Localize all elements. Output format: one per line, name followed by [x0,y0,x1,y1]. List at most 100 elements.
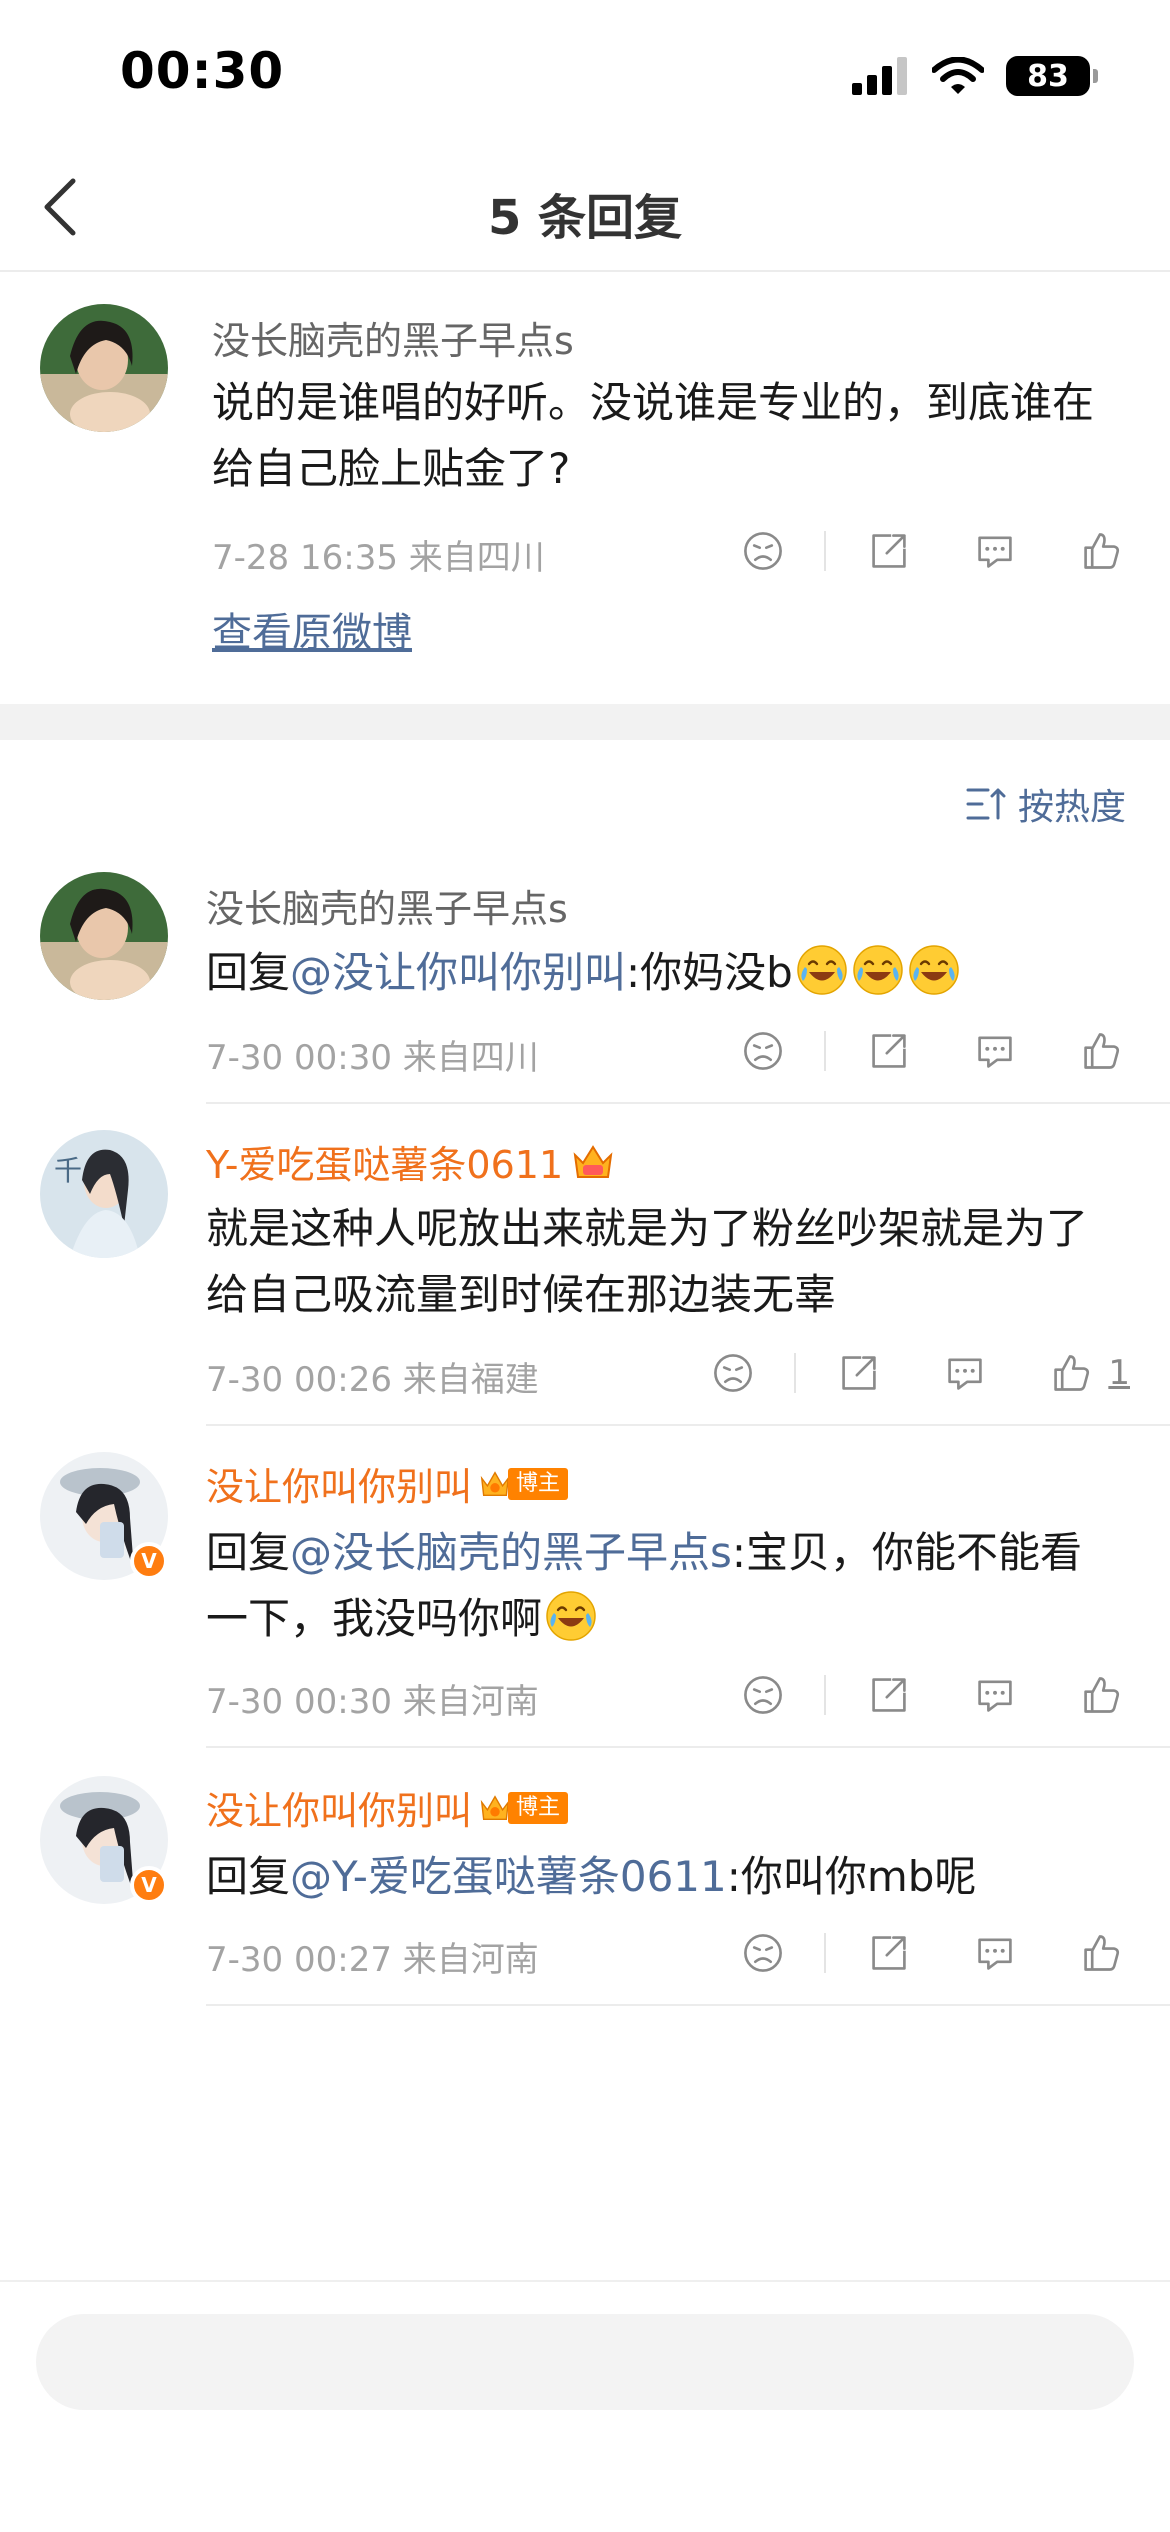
share-icon [867,1673,911,1717]
share-button[interactable] [864,1928,914,1978]
laugh-cry-emoji-icon [851,943,905,997]
reply-meta: 7-30 00:26 来自福建 [206,1360,539,1400]
section-divider [0,704,1170,740]
username[interactable]: 没让你叫你别叫 博主 [206,1780,569,1835]
avatar[interactable] [40,304,168,432]
dislike-button[interactable] [738,526,788,576]
like-icon [1079,1931,1123,1975]
mention-link[interactable]: @没长脑壳的黑子早点s [290,1528,732,1577]
avatar[interactable]: 千 [40,1130,168,1258]
reply-meta: 7-30 00:27 来自河南 [206,1940,539,1980]
comment-button[interactable] [970,526,1020,576]
dislike-icon [741,1029,785,1073]
username-text: 没让你叫你别叫 [206,1789,473,1833]
comment-actions [738,526,1126,576]
view-original-link[interactable]: 查看原微博 [212,600,412,658]
avatar-image [40,872,168,1000]
like-icon [1079,1029,1123,1073]
like-icon [1079,529,1123,573]
row-divider [206,1424,1170,1426]
reply-text: 回复@Y-爱吃蛋哒薯条0611:你叫你mb呢 [206,1844,1116,1910]
share-button[interactable] [864,526,914,576]
nav-bar: 5 条回复 [0,150,1170,272]
row-divider [206,1746,1170,1748]
status-time: 00:30 [120,42,285,100]
row-divider [206,1102,1170,1104]
bottom-reply-bar [0,2280,1170,2532]
reply-actions [738,1026,1126,1076]
username[interactable]: 没让你叫你别叫 博主 [206,1456,569,1511]
like-button[interactable] [1076,526,1126,576]
sort-icon [966,788,1006,820]
vip-crown-icon [571,1141,615,1183]
status-icons: 83 [852,54,1098,98]
action-divider [824,1933,826,1973]
reply-prefix: 回复 [206,948,291,997]
dislike-button[interactable] [708,1348,758,1398]
dislike-icon [741,529,785,573]
reply-actions: 1 [708,1348,1130,1398]
comment-icon [943,1351,987,1395]
author-badge-label: 博主 [508,1791,569,1824]
comment-button[interactable] [940,1348,990,1398]
laugh-cry-emoji-icon [907,943,961,997]
avatar-image: 千 [40,1130,168,1258]
like-icon [1049,1351,1093,1395]
username[interactable]: 没长脑壳的黑子早点s [212,310,574,365]
laugh-cry-emoji-icon [544,1589,598,1643]
share-button[interactable] [864,1670,914,1720]
reply-text: 回复@没长脑壳的黑子早点s:宝贝，你能不能看一下，我没吗你啊 [206,1520,1116,1652]
reply-actions [738,1928,1126,1978]
reply-text: 回复@没让你叫你别叫:你妈没b [206,940,1126,1006]
dislike-icon [741,1931,785,1975]
battery-level: 83 [1027,58,1069,94]
avatar[interactable] [40,872,168,1000]
comment-button[interactable] [970,1670,1020,1720]
wifi-icon [932,57,984,94]
reply-prefix: 回复 [206,1852,291,1901]
verified-icon: V [130,1542,168,1580]
reply-meta: 7-30 00:30 来自四川 [206,1038,539,1078]
reply-input[interactable] [36,2314,1134,2410]
sort-toggle[interactable]: 按热度 [966,778,1126,830]
like-button[interactable] [1076,1026,1126,1076]
dislike-button[interactable] [738,1026,788,1076]
username-text: 没让你叫你别叫 [206,1465,473,1509]
comment-text: 说的是谁唱的好听。没说谁是专业的，到底谁在给自己脸上贴金了? [212,378,1095,493]
author-badge-label: 博主 [508,1467,569,1500]
verified-icon: V [130,1866,168,1904]
username[interactable]: Y-爱吃蛋哒薯条0611 [206,1134,615,1189]
share-button[interactable] [834,1348,884,1398]
reply-prefix: 回复 [206,1528,291,1577]
crown-icon [478,1790,512,1826]
username[interactable]: 没长脑壳的黑子早点s [206,878,568,933]
comment-icon [973,1029,1017,1073]
mention-link[interactable]: @没让你叫你别叫 [290,948,626,997]
mention-link[interactable]: @Y-爱吃蛋哒薯条0611 [290,1852,727,1901]
comment-button[interactable] [970,1026,1020,1076]
share-icon [837,1351,881,1395]
signal-icon [852,57,907,95]
reply-meta: 7-30 00:30 来自河南 [206,1682,539,1722]
dislike-button[interactable] [738,1928,788,1978]
like-count[interactable]: 1 [1108,1353,1130,1393]
page-title: 5 条回复 [487,190,683,246]
like-button[interactable] [1076,1928,1126,1978]
reply-body: :你叫你mb呢 [726,1852,977,1901]
share-icon [867,1029,911,1073]
comment-icon [973,529,1017,573]
crown-icon [478,1466,512,1502]
dislike-button[interactable] [738,1670,788,1720]
dislike-icon [741,1673,785,1717]
action-divider [794,1353,797,1393]
comment-meta: 7-28 16:35 来自四川 [212,538,545,578]
author-badge: 博主 [478,1790,569,1826]
share-button[interactable] [864,1026,914,1076]
author-badge: 博主 [478,1466,569,1502]
action-divider [824,1675,826,1715]
comment-button[interactable] [970,1928,1020,1978]
like-button[interactable] [1076,1670,1126,1720]
laugh-cry-emoji-icon [795,943,849,997]
like-icon [1079,1673,1123,1717]
like-button[interactable] [1046,1348,1096,1398]
